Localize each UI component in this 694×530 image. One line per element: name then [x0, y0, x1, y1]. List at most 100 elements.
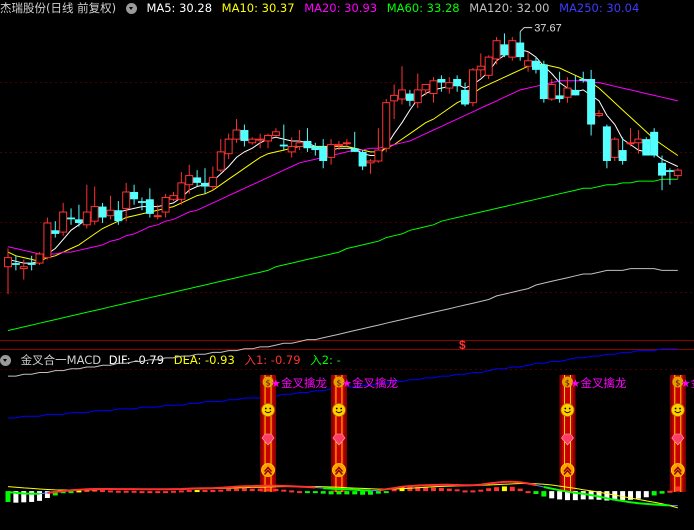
- candle-body: [35, 253, 44, 264]
- candle: [390, 84, 399, 120]
- macd-histogram-bar: [155, 491, 161, 494]
- macd-histogram-bar: [37, 491, 43, 501]
- macd-histogram-bar: [517, 488, 523, 492]
- macd-histogram-bar: [620, 491, 626, 501]
- macd-histogram-bar: [643, 491, 649, 498]
- candle: [98, 202, 107, 223]
- signal-column: $★金叉擒龙: [260, 375, 328, 492]
- high-pointer: [519, 27, 533, 32]
- candle-body: [563, 87, 572, 98]
- money-bag-icon: $: [565, 379, 570, 388]
- candle-body: [398, 89, 406, 100]
- candle: [555, 71, 564, 103]
- candle: [216, 139, 225, 172]
- candle: [90, 186, 99, 225]
- candle-body: [295, 142, 304, 147]
- candle: [374, 128, 383, 163]
- macd-histogram-bar: [249, 488, 255, 492]
- candle: [137, 197, 146, 211]
- candle-body: [256, 138, 265, 141]
- signal-label: 金叉擒龙: [580, 376, 626, 390]
- candle: [319, 139, 328, 169]
- candle-body: [287, 145, 296, 153]
- candle-body: [43, 222, 52, 259]
- candle-body: [350, 148, 359, 152]
- candle: [106, 195, 115, 220]
- candle-body: [618, 150, 627, 162]
- candle-body: [264, 134, 273, 142]
- candle-body: [201, 182, 209, 187]
- candle-body: [279, 144, 288, 147]
- candle: [539, 60, 548, 103]
- ma-line-ma20: [7, 80, 678, 255]
- macd-histogram-bar: [170, 490, 176, 493]
- dollar-marker: $: [459, 338, 466, 352]
- candle-body: [319, 146, 328, 162]
- candle: [67, 208, 76, 225]
- candle-body: [650, 131, 659, 156]
- macd-histogram-bar: [486, 488, 492, 492]
- signal-star-icon: ★: [681, 377, 691, 390]
- candle: [193, 170, 202, 187]
- candle-body: [571, 89, 580, 96]
- candle: [610, 137, 619, 162]
- candle-body: [185, 175, 194, 186]
- macd-histogram-bar: [234, 488, 240, 492]
- candle-body: [445, 82, 454, 89]
- macd-histogram-bar: [131, 490, 137, 493]
- candle: [208, 166, 217, 191]
- candle: [177, 171, 186, 205]
- candle-body: [587, 78, 596, 125]
- candle-body: [390, 94, 399, 102]
- candle: [248, 137, 257, 145]
- candle: [342, 139, 351, 147]
- candle-body: [122, 191, 131, 209]
- candle: [516, 31, 525, 61]
- macd-histogram-bar: [186, 490, 192, 493]
- macd-histogram-bar: [501, 486, 507, 492]
- signal-column: $★金叉擒龙: [669, 375, 694, 492]
- candle: [602, 124, 611, 169]
- candle-body: [626, 142, 635, 145]
- candle-body: [374, 149, 383, 162]
- candle-body: [11, 263, 20, 265]
- candle-body: [216, 151, 225, 171]
- candle-body: [468, 69, 477, 104]
- macd-histogram-bar: [312, 491, 318, 494]
- macd-histogram-bar: [549, 491, 555, 499]
- candle-body: [169, 195, 178, 200]
- candle: [642, 137, 651, 156]
- candle-body: [429, 80, 438, 95]
- macd-histogram-bar: [651, 491, 657, 496]
- candle-body: [193, 177, 202, 183]
- macd-histogram-bar: [178, 490, 184, 493]
- candle-body: [240, 130, 249, 141]
- macd-histogram-bar: [304, 491, 310, 494]
- smiley-icon: [560, 403, 575, 417]
- candle: [358, 150, 367, 171]
- macd-histogram-bar: [218, 489, 224, 492]
- candle: [161, 193, 170, 218]
- ma-line-ma120: [8, 268, 678, 377]
- macd-histogram-bar: [557, 491, 563, 500]
- macd-histogram-bar: [659, 491, 665, 494]
- candle-body: [130, 191, 139, 200]
- candle-body: [327, 144, 336, 158]
- macd-histogram-bar: [320, 491, 326, 494]
- candle-body: [342, 142, 351, 145]
- macd-histogram-bar: [107, 490, 113, 493]
- candle-body: [595, 113, 603, 116]
- stock-chart-canvas[interactable]: 37.67$$★金叉擒龙$★金叉擒龙$★金叉擒龙$★金叉擒龙: [0, 0, 694, 530]
- candle-body: [153, 215, 162, 218]
- candle-body: [145, 199, 154, 214]
- candle-body: [19, 266, 28, 270]
- macd-histogram-bar: [541, 491, 547, 497]
- macd-histogram-bar: [202, 490, 208, 493]
- smiley-icon: [261, 403, 275, 417]
- candle: [350, 131, 359, 152]
- candle: [421, 83, 430, 96]
- candle-body: [524, 60, 533, 67]
- macd-histogram-bar: [391, 489, 397, 492]
- candle-body: [366, 160, 375, 164]
- candle: [11, 255, 20, 271]
